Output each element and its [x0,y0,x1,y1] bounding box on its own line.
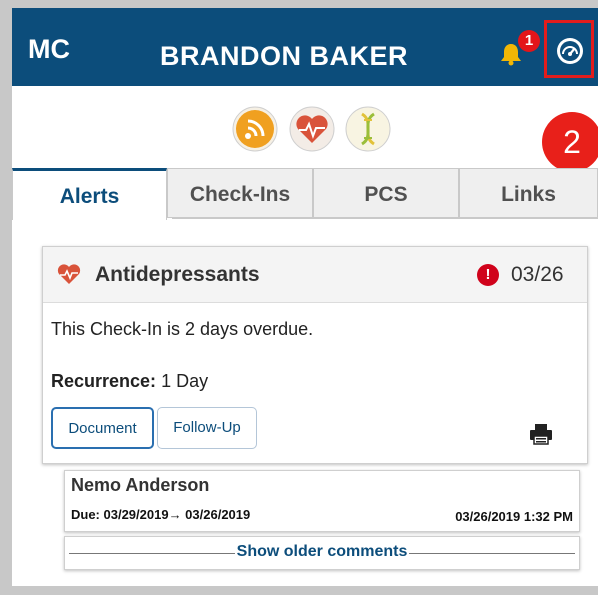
comment-card: Nemo Anderson Due: 03/29/2019→ 03/26/201… [64,470,580,532]
document-button[interactable]: Document [51,407,154,449]
tab-check-ins[interactable]: Check-Ins [167,168,313,218]
show-older-comments-bar[interactable]: Show older comments [64,536,580,570]
tab-divider [172,218,598,219]
alert-card-header[interactable]: Antidepressants ! 03/26 [43,247,587,303]
tab-alerts[interactable]: Alerts [12,168,167,220]
comment-timestamp: 03/26/2019 1:32 PM [455,509,573,524]
exclamation-icon: ! [477,264,499,286]
comment-author: Nemo Anderson [71,475,210,495]
notification-badge[interactable]: 1 [518,30,540,52]
step-marker: 2 [542,112,598,172]
tab-links[interactable]: Links [459,168,598,218]
recurrence-label: Recurrence: [51,371,157,391]
recurrence-value: 1 Day [161,371,209,391]
dna-icon[interactable] [345,106,391,152]
signal-waves-icon[interactable] [232,106,278,152]
heart-pulse-icon[interactable] [289,106,335,152]
tab-bar: Alerts Check-Ins PCS Links [12,168,598,220]
dashboard-gauge-icon[interactable] [555,36,585,66]
app-frame: MC BRANDON BAKER 1 2 Alerts Check-Ins PC… [12,8,598,586]
alert-message: This Check-In is 2 days overdue. [51,319,314,339]
show-older-comments-link[interactable]: Show older comments [65,543,579,561]
heart-pulse-icon [57,264,81,284]
patient-name: BRANDON BAKER [160,41,408,71]
printer-icon[interactable] [529,423,553,445]
comment-due: Due: 03/29/2019→ 03/26/2019 [71,507,251,522]
show-older-comments-label[interactable]: Show older comments [234,543,410,560]
alert-card: Antidepressants ! 03/26 This Check-In is… [42,246,588,464]
app-header: MC BRANDON BAKER 1 [12,8,598,86]
alert-date: 03/26 [511,263,564,286]
tab-pcs[interactable]: PCS [313,168,459,218]
recurrence: Recurrence: 1 Day [51,371,208,392]
follow-up-button[interactable]: Follow-Up [157,407,257,449]
alert-title: Antidepressants [95,263,260,286]
app-logo: MC [28,34,70,64]
